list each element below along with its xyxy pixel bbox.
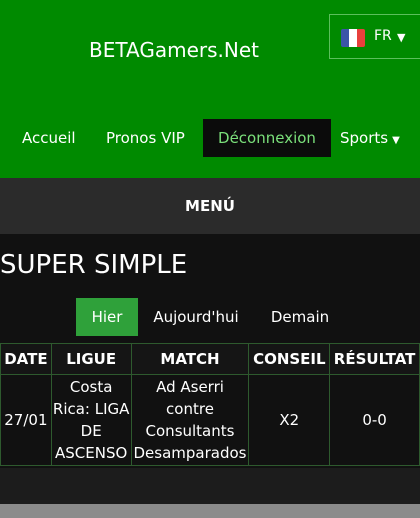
cell-tip: X2 <box>248 374 331 466</box>
language-selector[interactable]: FR ▼ <box>329 14 420 59</box>
site-header: BETAGamers.Net FR ▼ Accueil Pronos VIP D… <box>0 0 420 178</box>
france-flag-icon <box>341 29 365 47</box>
column-header-match: MATCH <box>130 343 250 375</box>
column-header-tip: CONSEIL <box>248 343 331 375</box>
menu-toggle[interactable]: MENÚ <box>0 178 420 234</box>
tab-aujourdhui[interactable]: Aujourd'hui <box>146 298 246 336</box>
caret-down-icon: ▼ <box>392 135 400 146</box>
content-bottom-strip <box>0 468 420 504</box>
cell-result: 0-0 <box>329 374 420 466</box>
table-row: 27/01 Costa Rica: LIGA DE ASCENSO Ad Ase… <box>0 374 420 466</box>
language-label: FR <box>374 28 392 44</box>
nav-item-deconnexion[interactable]: Déconnexion <box>203 119 331 157</box>
chevron-down-icon: ▼ <box>397 31 406 44</box>
results-table: DATE LIGUE MATCH CONSEIL RÉSULTAT 27/01 … <box>0 343 420 466</box>
page-title: SUPER SIMPLE <box>0 250 188 280</box>
table-header-row: DATE LIGUE MATCH CONSEIL RÉSULTAT <box>0 343 420 375</box>
column-header-result: RÉSULTAT <box>329 343 420 375</box>
cell-league: Costa Rica: LIGA DE ASCENSO <box>50 374 132 466</box>
nav-item-pronos-vip[interactable]: Pronos VIP <box>106 119 185 157</box>
column-header-date: DATE <box>0 343 52 375</box>
nav-item-accueil[interactable]: Accueil <box>22 119 76 157</box>
cell-match: Ad Aserri contre Consultants Desamparado… <box>130 374 250 466</box>
nav-item-sports-label: Sports <box>340 129 389 147</box>
column-header-league: LIGUE <box>50 343 132 375</box>
tab-hier[interactable]: Hier <box>76 298 138 336</box>
cell-date: 27/01 <box>0 374 52 466</box>
nav-item-sports[interactable]: Sports ▼ <box>340 119 400 157</box>
site-brand[interactable]: BETAGamers.Net <box>89 38 259 62</box>
footer-bar <box>0 504 420 518</box>
tab-demain[interactable]: Demain <box>262 298 338 336</box>
